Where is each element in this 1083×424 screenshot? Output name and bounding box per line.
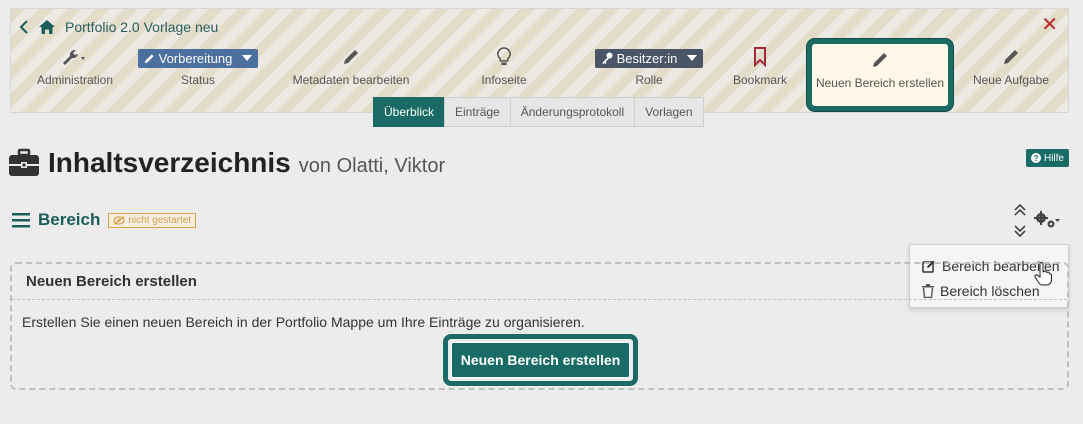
new-task-label: Neue Aufgabe [972, 73, 1050, 87]
chevron-double-up-icon[interactable] [1014, 203, 1026, 222]
section-actions-button[interactable] [1034, 210, 1060, 235]
gears-icon [1034, 210, 1060, 235]
new-area-tool[interactable]: Neuen Bereich erstellen [807, 39, 953, 111]
question-icon: ? [1030, 153, 1041, 163]
toolbar-tools: Administration Vorbereitung Status Metad… [11, 39, 1068, 111]
eye-slash-icon [113, 215, 126, 225]
role-dropdown[interactable]: Besitzer:in [594, 48, 704, 68]
breadcrumb-title[interactable]: Portfolio 2.0 Vorlage neu [65, 19, 218, 35]
section-row: Bereich nicht gestartet [12, 210, 197, 230]
tab-templates[interactable]: Vorlagen [634, 97, 704, 127]
administration-tool[interactable]: Administration [25, 47, 125, 95]
pencil-icon [1002, 48, 1020, 69]
status-value: Vorbereitung [158, 50, 233, 66]
reorder-controls [1014, 203, 1026, 243]
status-badge-label: nicht gestartet [128, 214, 192, 226]
bookmark-tool[interactable]: Bookmark [727, 46, 793, 95]
tab-bar: Überblick Einträge Änderungsprotokoll Vo… [373, 97, 704, 127]
info-page-label: Infoseite [481, 73, 527, 87]
metadata-tool[interactable]: Metadaten bearbeiten [281, 47, 421, 95]
administration-label: Administration [36, 73, 114, 87]
role-tool[interactable]: Besitzer:in Rolle [591, 47, 707, 95]
menu-icon[interactable] [12, 212, 30, 228]
title-row: Portfolio 2.0 Vorlage neu [19, 17, 218, 37]
status-dropdown[interactable]: Vorbereitung [137, 48, 259, 68]
pencil-icon [342, 48, 360, 69]
caret-down-icon [242, 55, 253, 61]
help-label: Hilfe [1043, 152, 1064, 164]
wrench-icon [61, 48, 89, 69]
page-heading: Inhaltsverzeichnis von Olatti, Viktor [8, 147, 445, 179]
chevron-left-icon[interactable] [19, 20, 29, 34]
tab-changelog[interactable]: Änderungsprotokoll [509, 97, 636, 127]
status-label: Status [180, 73, 216, 87]
create-area-button-highlight: Neuen Bereich erstellen [443, 334, 638, 386]
page-title: Inhaltsverzeichnis [48, 147, 291, 178]
new-task-tool[interactable]: Neue Aufgabe [965, 47, 1057, 95]
pencil-icon [144, 53, 154, 63]
tab-overview[interactable]: Überblick [373, 97, 446, 127]
info-page-tool[interactable]: Infoseite [469, 46, 539, 95]
metadata-label: Metadaten bearbeiten [292, 73, 410, 87]
new-area-label: Neuen Bereich erstellen [815, 76, 945, 90]
section-title: Bereich [38, 210, 101, 229]
briefcase-icon [8, 148, 40, 178]
status-tool[interactable]: Vorbereitung Status [135, 47, 261, 95]
close-icon[interactable]: ✕ [1041, 15, 1058, 35]
bookmark-label: Bookmark [732, 73, 788, 87]
panel-description: Erstellen Sie einen neuen Bereich in der… [22, 314, 585, 330]
status-badge: nicht gestartet [108, 212, 197, 228]
hand-pointer-icon [1034, 262, 1052, 291]
chevron-double-down-icon[interactable] [1014, 224, 1026, 243]
role-label: Rolle [635, 73, 663, 87]
pencil-icon [871, 51, 889, 72]
page-owner: von Olatti, Viktor [298, 155, 446, 177]
tab-entries[interactable]: Einträge [444, 97, 511, 127]
create-area-button[interactable]: Neuen Bereich erstellen [451, 342, 630, 378]
home-icon[interactable] [39, 20, 55, 34]
new-area-panel: Neuen Bereich erstellen Erstellen Sie ei… [10, 262, 1069, 390]
lightbulb-icon [497, 46, 511, 70]
caret-down-icon [687, 55, 698, 61]
bookmark-icon [753, 46, 767, 70]
role-value: Besitzer:in [616, 50, 678, 66]
help-button[interactable]: ? Hilfe [1025, 149, 1069, 167]
key-icon [601, 52, 613, 64]
panel-title: Neuen Bereich erstellen [12, 264, 1067, 300]
